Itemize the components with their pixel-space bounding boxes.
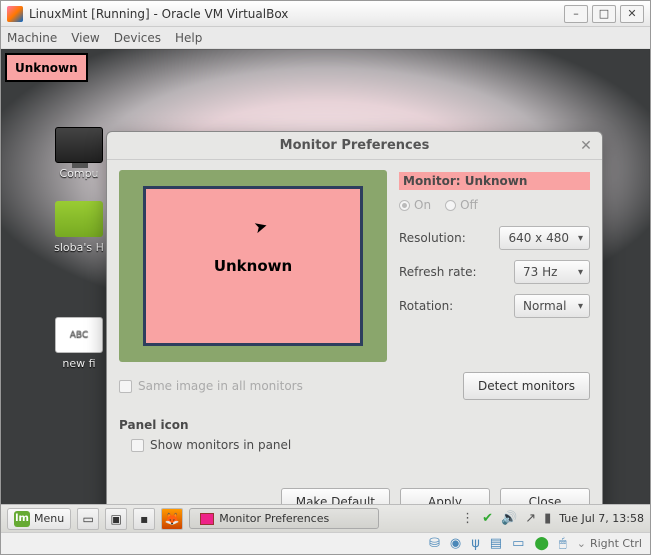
vbox-menubar: Machine View Devices Help [1, 27, 650, 49]
network-icon[interactable]: ↗ [525, 511, 536, 526]
menu-help[interactable]: Help [175, 31, 202, 45]
refresh-value: 73 Hz [523, 265, 557, 279]
selected-monitor-label: Monitor: Unknown [399, 172, 590, 190]
tray-separator-icon: ⋮ [461, 511, 474, 526]
monitor-power-radios: On Off [399, 198, 590, 212]
monitor-layout-canvas[interactable]: Unknown ➤ [119, 170, 387, 362]
vbox-shared-folder-icon[interactable]: ▤ [490, 536, 502, 551]
radio-on-circle [399, 200, 410, 211]
vbox-statusbar: ⛁ ◉ ψ ▤ ▭ ⬤ 🖱 ⌄ Right Ctrl [1, 532, 650, 554]
monitor-representation[interactable]: Unknown ➤ [143, 186, 363, 346]
home-folder-icon [55, 201, 103, 237]
show-desktop-launcher[interactable]: ▭ [77, 508, 99, 530]
refresh-combo[interactable]: 73 Hz [514, 260, 590, 284]
desktop-icon-newfile[interactable]: ABC new fi [43, 317, 115, 370]
desktop-icon-computer[interactable]: Compu [43, 127, 115, 180]
monitor-preferences-dialog: Monitor Preferences ✕ Unknown ➤ Monitor:… [106, 131, 603, 529]
taskbar-item-monitor-preferences[interactable]: Monitor Preferences [189, 508, 379, 529]
terminal-launcher[interactable]: ▪ [133, 508, 155, 530]
detect-button-label: Detect monitors [478, 379, 575, 393]
monitor-properties-panel: Monitor: Unknown On Off Resolution: 640 … [399, 170, 590, 362]
radio-off-label: Off [460, 198, 478, 212]
vbox-window-buttons: – □ ✕ [564, 5, 644, 23]
taskbar-clock[interactable]: Tue Jul 7, 13:58 [559, 512, 644, 525]
desktop-icon-home[interactable]: sloba's H [43, 201, 115, 254]
dialog-title-text: Monitor Preferences [280, 138, 430, 153]
firefox-launcher[interactable]: 🦊 [161, 508, 183, 530]
menu-view[interactable]: View [71, 31, 99, 45]
dialog-close-button[interactable]: ✕ [578, 138, 594, 154]
dialog-top-row: Unknown ➤ Monitor: Unknown On Off Resolu… [119, 170, 590, 362]
vbox-title: LinuxMint [Running] - Oracle VM VirtualB… [29, 7, 564, 21]
vbox-optical-icon[interactable]: ◉ [450, 536, 461, 551]
volume-icon[interactable]: 🔊 [501, 511, 517, 526]
radio-on[interactable]: On [399, 198, 431, 212]
resolution-combo[interactable]: 640 x 480 [499, 226, 590, 250]
panel-icon-section: Panel icon Show monitors in panel [119, 418, 590, 452]
rotation-value: Normal [523, 299, 566, 313]
rotation-combo[interactable]: Normal [514, 294, 590, 318]
checkbox-icon [131, 439, 144, 452]
host-key-text: Right Ctrl [590, 537, 642, 550]
desktop-icon-label: Compu [43, 167, 115, 180]
text-file-icon: ABC [55, 317, 103, 353]
detect-monitors-button[interactable]: Detect monitors [463, 372, 590, 400]
file-manager-launcher[interactable]: ▣ [105, 508, 127, 530]
host-key-indicator[interactable]: ⌄ Right Ctrl [577, 537, 642, 550]
shield-icon[interactable]: ✔ [482, 511, 493, 526]
dialog-titlebar[interactable]: Monitor Preferences ✕ [107, 132, 602, 160]
vbox-titlebar: LinuxMint [Running] - Oracle VM VirtualB… [1, 1, 650, 27]
menu-devices[interactable]: Devices [114, 31, 161, 45]
rotation-label: Rotation: [399, 299, 453, 313]
checkbox-icon [119, 380, 132, 393]
desktop-icon-label: sloba's H [43, 241, 115, 254]
close-button[interactable]: ✕ [620, 5, 644, 23]
menu-machine[interactable]: Machine [7, 31, 57, 45]
resolution-row: Resolution: 640 x 480 [399, 226, 590, 250]
rotation-row: Rotation: Normal [399, 294, 590, 318]
monitor-pref-task-icon [200, 513, 214, 525]
resolution-value: 640 x 480 [508, 231, 569, 245]
show-monitors-label: Show monitors in panel [150, 438, 291, 452]
monitor-overlay-badge: Unknown [5, 53, 88, 82]
dialog-body: Unknown ➤ Monitor: Unknown On Off Resolu… [107, 160, 602, 528]
refresh-label: Refresh rate: [399, 265, 477, 279]
radio-off[interactable]: Off [445, 198, 478, 212]
radio-on-label: On [414, 198, 431, 212]
vbox-mouse-icon[interactable]: 🖱 [559, 536, 567, 551]
vbox-window: LinuxMint [Running] - Oracle VM VirtualB… [0, 0, 651, 555]
guest-desktop: Unknown Compu sloba's H ABC new fi Monit… [1, 49, 650, 532]
minimize-button[interactable]: – [564, 5, 588, 23]
computer-icon [55, 127, 103, 163]
vbox-hdd-icon[interactable]: ⛁ [429, 536, 440, 551]
monitor-name-label: Unknown [214, 257, 292, 275]
mid-row: Same image in all monitors Detect monito… [119, 372, 590, 400]
desktop-icon-label: new fi [43, 357, 115, 370]
mint-menu-button[interactable]: lm Menu [7, 508, 71, 530]
show-monitors-checkbox[interactable]: Show monitors in panel [131, 438, 590, 452]
cursor-icon: ➤ [252, 216, 270, 238]
file-icon-tag: ABC [70, 330, 88, 340]
resolution-label: Resolution: [399, 231, 466, 245]
vbox-app-icon [7, 6, 23, 22]
mint-taskbar: lm Menu ▭ ▣ ▪ 🦊 Monitor Preferences ⋮ ✔ … [1, 504, 650, 532]
refresh-row: Refresh rate: 73 Hz [399, 260, 590, 284]
maximize-button[interactable]: □ [592, 5, 616, 23]
vbox-usb-icon[interactable]: ψ [471, 536, 480, 551]
same-image-label: Same image in all monitors [138, 379, 303, 393]
chevron-down-icon: ⌄ [577, 537, 586, 550]
panel-icon-header: Panel icon [119, 418, 590, 432]
vbox-network-icon[interactable]: ⬤ [534, 536, 549, 551]
system-tray: ⋮ ✔ 🔊 ↗ ▮ Tue Jul 7, 13:58 [461, 511, 644, 526]
same-image-checkbox: Same image in all monitors [119, 379, 303, 393]
vbox-display-icon[interactable]: ▭ [512, 536, 524, 551]
battery-icon[interactable]: ▮ [544, 511, 551, 526]
mint-menu-label: Menu [34, 512, 64, 525]
mint-logo-icon: lm [14, 511, 30, 527]
task-item-label: Monitor Preferences [219, 512, 329, 525]
radio-off-circle [445, 200, 456, 211]
